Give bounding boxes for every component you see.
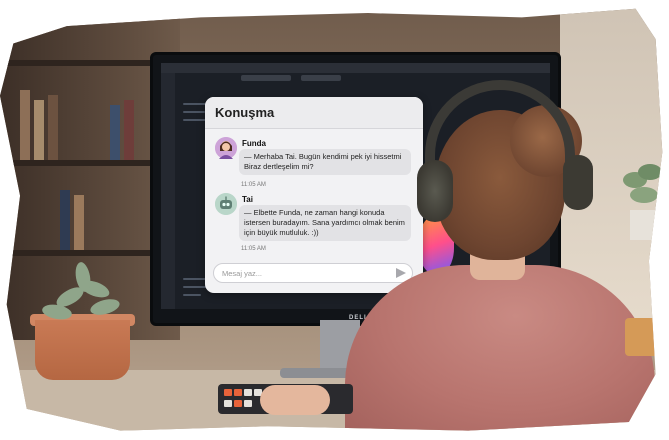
key	[234, 389, 242, 396]
succulent-pot	[35, 320, 130, 380]
message-sender: Tai	[242, 195, 253, 204]
ide-tab	[301, 75, 341, 81]
book	[124, 100, 134, 160]
headphones-earcup	[563, 155, 593, 210]
message-sender: Funda	[242, 139, 266, 148]
book	[60, 190, 70, 250]
code-line	[183, 294, 201, 296]
headphones-earcup	[417, 160, 453, 222]
hand	[260, 385, 330, 415]
book	[74, 195, 84, 250]
sweater	[345, 265, 655, 431]
photo-scene: DELL Konuşma Funda — Merhaba Tai. Bugün …	[0, 8, 663, 431]
chat-title: Konuşma	[215, 105, 275, 120]
message-time: 11:05 AM	[241, 246, 266, 252]
code-line	[183, 111, 205, 113]
headphones-band	[425, 80, 575, 170]
key	[244, 400, 252, 407]
ide-tab	[241, 75, 291, 81]
book	[34, 100, 44, 160]
key	[234, 400, 242, 407]
mug	[625, 318, 663, 356]
robot-avatar-icon	[215, 193, 237, 215]
book	[20, 90, 30, 160]
person	[345, 55, 655, 431]
message-time: 11:05 AM	[241, 182, 266, 188]
book	[110, 105, 120, 160]
book	[48, 95, 58, 160]
woman-avatar-icon	[215, 137, 237, 159]
key	[244, 389, 252, 396]
key	[224, 400, 232, 407]
ide-activity-bar	[161, 73, 175, 309]
code-line	[183, 278, 207, 280]
key	[224, 389, 232, 396]
